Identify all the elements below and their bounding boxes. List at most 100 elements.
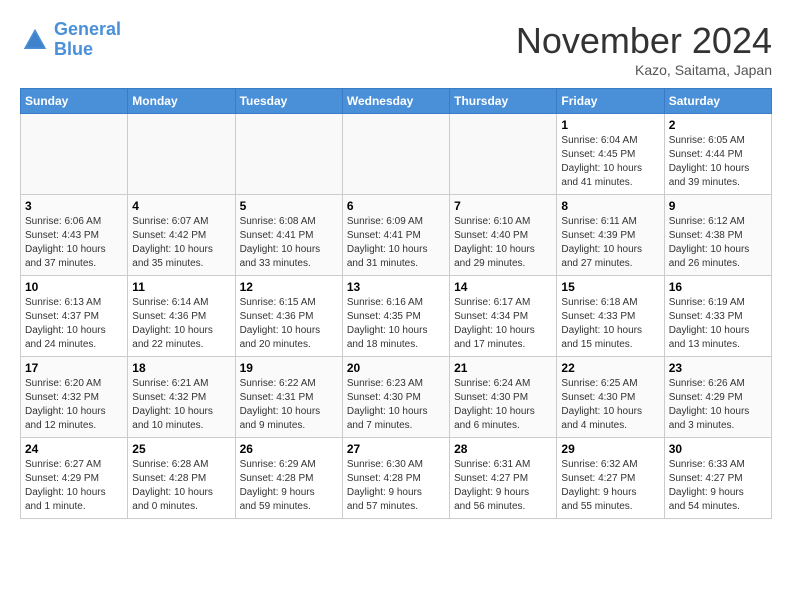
logo-text: General Blue (54, 20, 121, 60)
logo-line2: Blue (54, 39, 93, 59)
day-number: 13 (347, 280, 445, 294)
day-info: Sunrise: 6:06 AM Sunset: 4:43 PM Dayligh… (25, 215, 123, 271)
calendar-cell-w1-d6: 2 Sunrise: 6:05 AM Sunset: 4:44 PM Daylig… (664, 114, 771, 195)
calendar-cell-w2-d6: 9Sunrise: 6:12 AM Sunset: 4:38 PM Daylig… (664, 195, 771, 276)
calendar-cell-w1-d2 (235, 114, 342, 195)
calendar-cell-w4-d1: 18Sunrise: 6:21 AM Sunset: 4:32 PM Dayli… (128, 357, 235, 438)
day-number: 6 (347, 199, 445, 213)
calendar-cell-w5-d2: 26 Sunrise: 6:29 AM Sunset: 4:28 PM Dayli… (235, 438, 342, 519)
header-thursday: Thursday (450, 89, 557, 114)
month-title: November 2024 (516, 20, 772, 62)
header-friday: Friday (557, 89, 664, 114)
calendar-cell-w1-d3 (342, 114, 449, 195)
day-info: Sunrise: 6:26 AM Sunset: 4:29 PM Dayligh… (669, 377, 767, 433)
day-number: 11 (132, 280, 230, 294)
day-info: Sunrise: 6:31 AM Sunset: 4:27 PM Dayligh… (454, 458, 552, 514)
week-row-1: 1 Sunrise: 6:04 AM Sunset: 4:45 PM Daylig… (21, 114, 772, 195)
calendar-cell-w2-d0: 3 Sunrise: 6:06 AM Sunset: 4:43 PM Daylig… (21, 195, 128, 276)
day-number: 8 (561, 199, 659, 213)
calendar-cell-w4-d6: 23 Sunrise: 6:26 AM Sunset: 4:29 PM Dayli… (664, 357, 771, 438)
calendar-header-row: Sunday Monday Tuesday Wednesday Thursday… (21, 89, 772, 114)
day-info: Sunrise: 6:32 AM Sunset: 4:27 PM Dayligh… (561, 458, 659, 514)
calendar-cell-w3-d2: 12Sunrise: 6:15 AM Sunset: 4:36 PM Dayli… (235, 276, 342, 357)
calendar-cell-w4-d5: 22Sunrise: 6:25 AM Sunset: 4:30 PM Dayli… (557, 357, 664, 438)
calendar-cell-w3-d0: 10Sunrise: 6:13 AM Sunset: 4:37 PM Dayli… (21, 276, 128, 357)
calendar-cell-w5-d5: 29 Sunrise: 6:32 AM Sunset: 4:27 PM Dayli… (557, 438, 664, 519)
calendar-cell-w2-d2: 5 Sunrise: 6:08 AM Sunset: 4:41 PM Daylig… (235, 195, 342, 276)
page-header: General Blue November 2024 Kazo, Saitama… (20, 20, 772, 78)
day-number: 19 (240, 361, 338, 375)
calendar-cell-w5-d1: 25 Sunrise: 6:28 AM Sunset: 4:28 PM Dayli… (128, 438, 235, 519)
day-info: Sunrise: 6:21 AM Sunset: 4:32 PM Dayligh… (132, 377, 230, 433)
calendar-cell-w4-d3: 20 Sunrise: 6:23 AM Sunset: 4:30 PM Dayli… (342, 357, 449, 438)
day-number: 27 (347, 442, 445, 456)
week-row-4: 17Sunrise: 6:20 AM Sunset: 4:32 PM Dayli… (21, 357, 772, 438)
day-number: 1 (561, 118, 659, 132)
calendar-cell-w1-d5: 1 Sunrise: 6:04 AM Sunset: 4:45 PM Daylig… (557, 114, 664, 195)
day-number: 20 (347, 361, 445, 375)
day-number: 15 (561, 280, 659, 294)
day-info: Sunrise: 6:13 AM Sunset: 4:37 PM Dayligh… (25, 296, 123, 352)
calendar-cell-w3-d6: 16 Sunrise: 6:19 AM Sunset: 4:33 PM Dayli… (664, 276, 771, 357)
day-number: 23 (669, 361, 767, 375)
calendar-cell-w3-d5: 15 Sunrise: 6:18 AM Sunset: 4:33 PM Dayli… (557, 276, 664, 357)
logo-icon (20, 25, 50, 55)
calendar-cell-w2-d5: 8 Sunrise: 6:11 AM Sunset: 4:39 PM Daylig… (557, 195, 664, 276)
day-number: 7 (454, 199, 552, 213)
day-info: Sunrise: 6:19 AM Sunset: 4:33 PM Dayligh… (669, 296, 767, 352)
calendar-cell-w2-d4: 7 Sunrise: 6:10 AM Sunset: 4:40 PM Daylig… (450, 195, 557, 276)
day-info: Sunrise: 6:09 AM Sunset: 4:41 PM Dayligh… (347, 215, 445, 271)
day-number: 5 (240, 199, 338, 213)
calendar-cell-w5-d4: 28 Sunrise: 6:31 AM Sunset: 4:27 PM Dayli… (450, 438, 557, 519)
logo-line1: General (54, 19, 121, 39)
day-number: 22 (561, 361, 659, 375)
day-info: Sunrise: 6:24 AM Sunset: 4:30 PM Dayligh… (454, 377, 552, 433)
day-number: 3 (25, 199, 123, 213)
day-info: Sunrise: 6:33 AM Sunset: 4:27 PM Dayligh… (669, 458, 767, 514)
calendar-cell-w4-d4: 21 Sunrise: 6:24 AM Sunset: 4:30 PM Dayli… (450, 357, 557, 438)
day-info: Sunrise: 6:28 AM Sunset: 4:28 PM Dayligh… (132, 458, 230, 514)
day-number: 24 (25, 442, 123, 456)
day-number: 25 (132, 442, 230, 456)
header-wednesday: Wednesday (342, 89, 449, 114)
calendar-cell-w1-d4 (450, 114, 557, 195)
day-info: Sunrise: 6:17 AM Sunset: 4:34 PM Dayligh… (454, 296, 552, 352)
day-info: Sunrise: 6:16 AM Sunset: 4:35 PM Dayligh… (347, 296, 445, 352)
day-info: Sunrise: 6:10 AM Sunset: 4:40 PM Dayligh… (454, 215, 552, 271)
day-number: 16 (669, 280, 767, 294)
day-info: Sunrise: 6:08 AM Sunset: 4:41 PM Dayligh… (240, 215, 338, 271)
header-monday: Monday (128, 89, 235, 114)
day-number: 2 (669, 118, 767, 132)
day-info: Sunrise: 6:18 AM Sunset: 4:33 PM Dayligh… (561, 296, 659, 352)
calendar-cell-w2-d3: 6 Sunrise: 6:09 AM Sunset: 4:41 PM Daylig… (342, 195, 449, 276)
day-number: 21 (454, 361, 552, 375)
calendar-table: Sunday Monday Tuesday Wednesday Thursday… (20, 88, 772, 519)
day-info: Sunrise: 6:22 AM Sunset: 4:31 PM Dayligh… (240, 377, 338, 433)
day-info: Sunrise: 6:29 AM Sunset: 4:28 PM Dayligh… (240, 458, 338, 514)
day-number: 4 (132, 199, 230, 213)
calendar-cell-w1-d0 (21, 114, 128, 195)
calendar-cell-w5-d3: 27Sunrise: 6:30 AM Sunset: 4:28 PM Dayli… (342, 438, 449, 519)
day-number: 9 (669, 199, 767, 213)
day-number: 28 (454, 442, 552, 456)
day-number: 17 (25, 361, 123, 375)
day-info: Sunrise: 6:04 AM Sunset: 4:45 PM Dayligh… (561, 134, 659, 190)
calendar-cell-w3-d1: 11Sunrise: 6:14 AM Sunset: 4:36 PM Dayli… (128, 276, 235, 357)
location-subtitle: Kazo, Saitama, Japan (516, 62, 772, 78)
day-number: 29 (561, 442, 659, 456)
calendar-cell-w4-d2: 19 Sunrise: 6:22 AM Sunset: 4:31 PM Dayli… (235, 357, 342, 438)
day-number: 30 (669, 442, 767, 456)
calendar-cell-w2-d1: 4Sunrise: 6:07 AM Sunset: 4:42 PM Daylig… (128, 195, 235, 276)
header-tuesday: Tuesday (235, 89, 342, 114)
day-number: 12 (240, 280, 338, 294)
day-info: Sunrise: 6:23 AM Sunset: 4:30 PM Dayligh… (347, 377, 445, 433)
calendar-cell-w5-d6: 30 Sunrise: 6:33 AM Sunset: 4:27 PM Dayli… (664, 438, 771, 519)
header-sunday: Sunday (21, 89, 128, 114)
day-info: Sunrise: 6:27 AM Sunset: 4:29 PM Dayligh… (25, 458, 123, 514)
calendar-cell-w3-d4: 14Sunrise: 6:17 AM Sunset: 4:34 PM Dayli… (450, 276, 557, 357)
day-info: Sunrise: 6:05 AM Sunset: 4:44 PM Dayligh… (669, 134, 767, 190)
day-number: 26 (240, 442, 338, 456)
day-info: Sunrise: 6:11 AM Sunset: 4:39 PM Dayligh… (561, 215, 659, 271)
calendar-cell-w1-d1 (128, 114, 235, 195)
calendar-cell-w4-d0: 17Sunrise: 6:20 AM Sunset: 4:32 PM Dayli… (21, 357, 128, 438)
